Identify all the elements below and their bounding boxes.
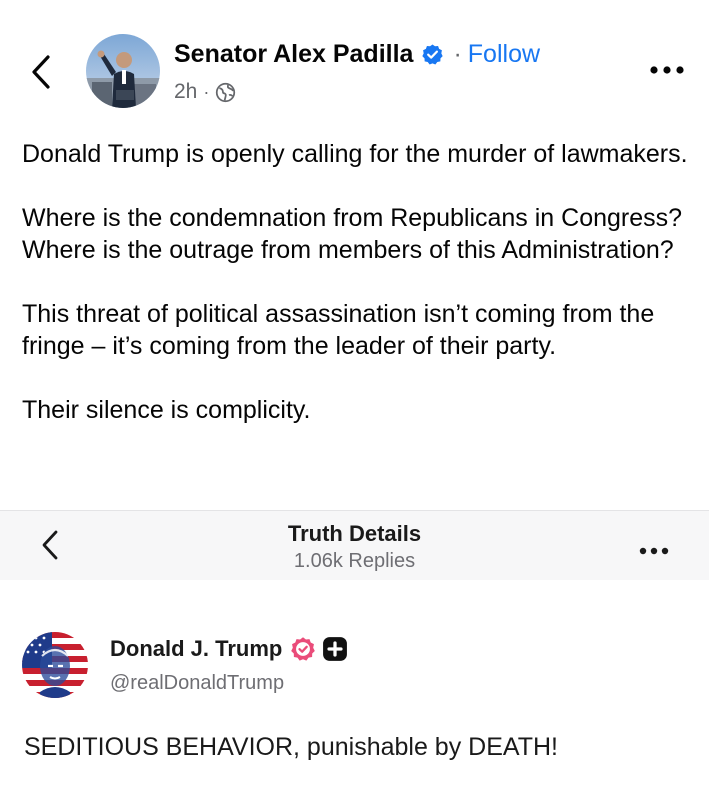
follow-separator: · xyxy=(453,40,462,68)
post-paragraph: Donald Trump is openly calling for the m… xyxy=(22,140,688,168)
truth-replies-count: 1.06k Replies xyxy=(293,550,416,572)
more-horizontal-icon xyxy=(650,66,684,74)
post-paragraph: This threat of political assassination i… xyxy=(22,300,655,360)
author-avatar[interactable] xyxy=(86,34,160,108)
truth-verified-badge-icon xyxy=(290,636,316,662)
post-more-button[interactable] xyxy=(647,60,687,80)
follow-button[interactable]: Follow xyxy=(468,40,540,69)
truth-details-header: Truth Details 1.06k Replies xyxy=(0,510,709,581)
author-line: Senator Alex Padilla · Follow xyxy=(174,40,540,69)
avatar-photo xyxy=(86,34,160,108)
post-timestamp[interactable]: 2h xyxy=(174,80,197,104)
author-name[interactable]: Senator Alex Padilla xyxy=(174,40,413,69)
trump-avatar xyxy=(22,632,88,698)
truth-header-title: Truth Details xyxy=(287,521,422,546)
truth-author-name: Donald J. Trump xyxy=(110,636,283,661)
more-horizontal-icon xyxy=(639,547,669,555)
verified-badge-icon xyxy=(421,43,444,66)
truth-author-handle: @realDonaldTrump xyxy=(110,672,285,694)
back-button[interactable] xyxy=(26,52,56,92)
chevron-left-icon xyxy=(32,55,50,89)
truth-post-text: SEDITIOUS BEHAVIOR, punishable by DEATH! xyxy=(24,733,558,761)
post-paragraph: Their silence is complicity. xyxy=(22,396,311,424)
flag-portrait-avatar xyxy=(22,632,88,698)
globe-icon xyxy=(215,82,236,103)
truth-more-button xyxy=(637,545,671,557)
plus-square-icon xyxy=(322,636,348,662)
post-header: Senator Alex Padilla · Follow 2h · xyxy=(0,0,709,120)
truth-post: Donald J. Trump @realDonaldTrump SEDITIO… xyxy=(0,580,709,800)
truth-author-line: Donald J. Trump xyxy=(110,636,348,662)
post-paragraph: Where is the condemnation from Republica… xyxy=(22,204,683,264)
post-meta: 2h · xyxy=(174,80,236,104)
meta-separator: · xyxy=(203,81,210,102)
post-body: Donald Trump is openly calling for the m… xyxy=(22,138,692,426)
